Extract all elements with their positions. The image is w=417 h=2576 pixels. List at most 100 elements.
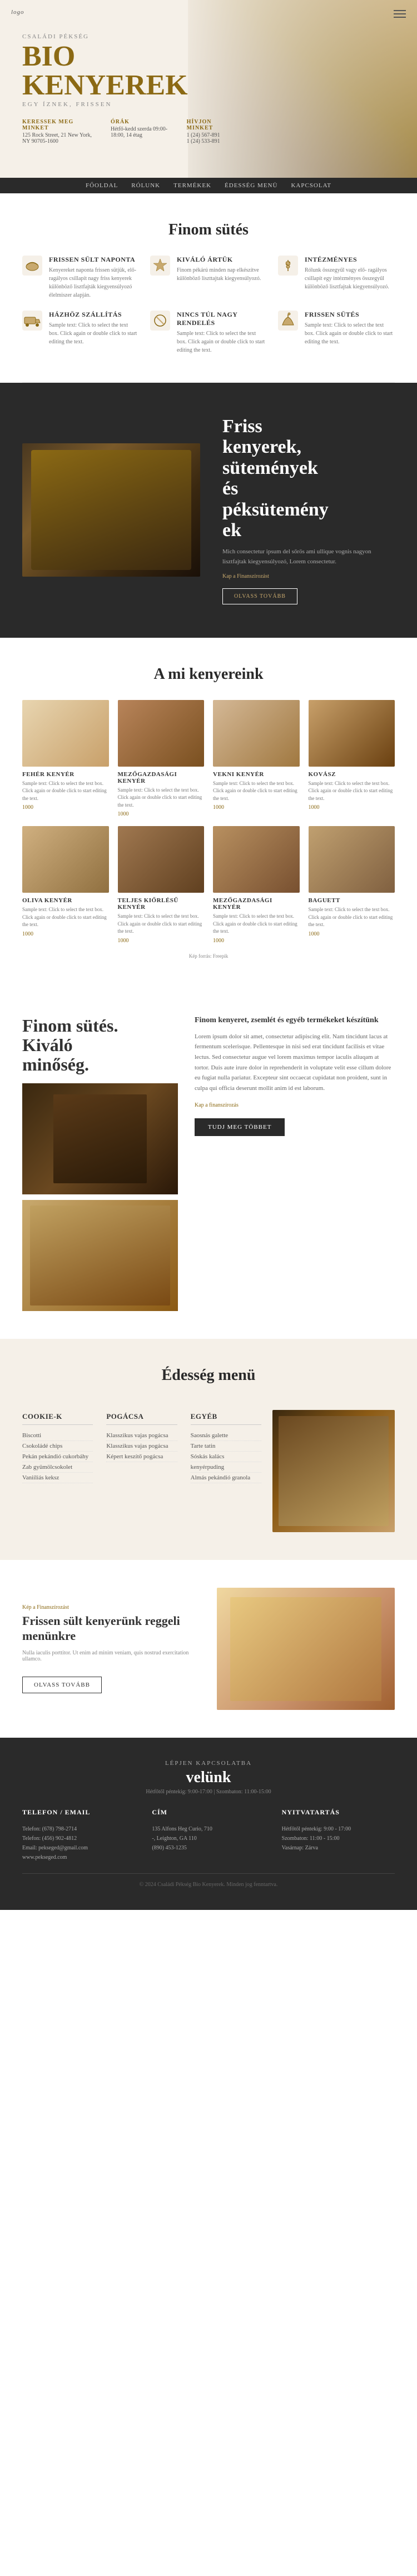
features-section: Finom sütés Frissen sült naponta Kenyere…	[0, 193, 417, 382]
bread-card: OLIVA KENYÉR Sample text: Click to selec…	[22, 826, 109, 944]
hero-title: BIO KENYEREK	[22, 42, 222, 100]
menu-col-title: Pogácsa	[106, 1412, 177, 1425]
bread-image	[213, 700, 300, 767]
bread-image	[118, 826, 205, 893]
star-icon	[150, 256, 170, 276]
bread-price: 1000	[309, 931, 395, 937]
bread-description: Sample text: Click to select the text bo…	[309, 780, 395, 803]
bread-name: FEHÉR KENYÉR	[22, 771, 109, 778]
breads-section: A mi kenyereink FEHÉR KENYÉR Sample text…	[0, 638, 417, 988]
bread-price: 1000	[213, 938, 300, 944]
breads-grid: FEHÉR KENYÉR Sample text: Click to selec…	[22, 700, 395, 944]
menu-item: kenyérpuding	[191, 1462, 261, 1473]
bread-price: 1000	[118, 938, 205, 944]
wheat-icon	[278, 256, 298, 276]
delivery-icon	[22, 311, 42, 331]
menu-icon-bar	[394, 10, 406, 11]
banner-text: Mich consectetur ipsum del sőrös ami ull…	[222, 547, 395, 567]
bread-description: Sample text: Click to select the text bo…	[213, 780, 300, 803]
bread-description: Sample text: Click to select the text bo…	[309, 906, 395, 929]
menu-grid: Cookie-k BiscottiCsokoládé chipsPekán pe…	[22, 1412, 261, 1532]
quality-link[interactable]: Kap a finanszírozás	[195, 1102, 239, 1108]
banner-title: Friss kenyerek, sütemények és péksütemén…	[222, 416, 395, 541]
footer-line: Email: pekseged@gmail.com	[22, 1843, 135, 1853]
fresh-pre-title: Kép a Finanszírozást	[22, 1604, 200, 1610]
footer-grid: Telefon / Email Telefon: (678) 798-2714T…	[22, 1808, 395, 1862]
bread-card: MEZŐGAZDASÁGI KENYÉR Sample text: Click …	[118, 700, 205, 818]
bread-name: MEZŐGAZDASÁGI KENYÉR	[118, 771, 205, 784]
nav-bar: Főoldal Rólunk Termékek Édesség menü Kap…	[0, 178, 417, 193]
hero-section: logo Családi Pékség BIO KENYEREK EGY ÍZN…	[0, 0, 417, 178]
footer-line: Hétfőtől péntekig: 9:00 - 17:00	[282, 1824, 395, 1834]
menu-item: Sóskás kalács	[191, 1452, 261, 1462]
bread-card: MEZŐGAZDASÁGI KENYÉR Sample text: Click …	[213, 826, 300, 944]
features-grid-bottom: Házhöz szállítás Sample text: Click to s…	[22, 311, 395, 354]
quality-image-bread	[22, 1200, 178, 1311]
contact-address: Keressek meg minket 125 Rock Street, 21 …	[22, 119, 94, 144]
nav-item-home[interactable]: Főoldal	[86, 182, 118, 189]
hero-pre-title: Családi Pékség	[22, 33, 222, 40]
menu-item: Pekán pekándió cukorbáhy	[22, 1452, 93, 1462]
feature-fresh-text: Frissen sült naponta Kenyereket naponta …	[49, 256, 139, 299]
menu-layout: Cookie-k BiscottiCsokoládé chipsPekán pe…	[22, 1401, 395, 1532]
quality-right: Finom kenyeret, zsemlét és egyéb terméke…	[195, 1016, 395, 1312]
nav-item-menu[interactable]: Édesség menü	[225, 182, 277, 189]
footer-col-title: Nyitvatartás	[282, 1808, 395, 1817]
quality-text: Lorem ipsum dolor sit amet, consectetur …	[195, 1032, 395, 1094]
feature-delivery-text: Házhöz szállítás Sample text: Click to s…	[49, 311, 139, 354]
footer-line: -, Leighton, GA 110	[152, 1834, 265, 1843]
bread-price: 1000	[213, 804, 300, 811]
contact-phone: Hívjon minket 1 (24) 567-891 1 (24) 533-…	[187, 119, 222, 144]
feature-delivery: Házhöz szállítás Sample text: Click to s…	[22, 311, 139, 354]
fresh-image	[217, 1588, 395, 1710]
footer-bottom: © 2024 Családi Pékség Bio Kenyerek. Mind…	[22, 1873, 395, 1888]
bread-card: TELJES KIŐRLÉSŰ KENYÉR Sample text: Clic…	[118, 826, 205, 944]
nav-item-contact[interactable]: Kapcsolat	[291, 182, 331, 189]
footer-header: Lépjen kapcsolatba velünk Hétfőtől pénte…	[22, 1760, 395, 1795]
quality-image-baker	[22, 1083, 178, 1194]
hero-content: Családi Pékség BIO KENYEREK EGY ÍZNEK, F…	[22, 33, 222, 144]
bread-image	[309, 700, 395, 767]
features-grid-top: Frissen sült naponta Kenyereket naponta …	[22, 256, 395, 299]
menu-item: Almás pekándió granola	[191, 1473, 261, 1483]
bread-price: 1000	[118, 811, 205, 817]
menu-column: Pogácsa Klasszikus vajas pogácsaKlasszik…	[106, 1412, 177, 1532]
bread-description: Sample text: Click to select the text bo…	[213, 913, 300, 936]
banner-button[interactable]: OLVASS TOVÁBB	[222, 588, 297, 604]
feature-fresh: Frissen sült naponta Kenyereket naponta …	[22, 256, 139, 299]
bread-image	[309, 826, 395, 893]
bread-description: Sample text: Click to select the text bo…	[118, 913, 205, 936]
quality-title: Finom sütés. Kiváló minőség.	[22, 1016, 178, 1075]
nav-item-products[interactable]: Termékek	[173, 182, 211, 189]
footer-line: Telefon: (456) 902-4812	[22, 1834, 135, 1843]
quality-button[interactable]: TUDJ MEG TÖBBET	[195, 1118, 285, 1136]
footer-pre-title: Lépjen kapcsolatba	[22, 1760, 395, 1767]
menu-button[interactable]	[394, 8, 406, 20]
bread-description: Sample text: Click to select the text bo…	[22, 906, 109, 929]
fresh-button[interactable]: OLVASS TOVÁBB	[22, 1677, 102, 1693]
bread-name: TELJES KIŐRLÉSŰ KENYÉR	[118, 897, 205, 911]
fresh-title: Frissen sült kenyerünk reggeli menünkre	[22, 1614, 200, 1643]
bread-name: KOVÁSZ	[309, 771, 395, 778]
menu-col-title: Egyéb	[191, 1412, 261, 1425]
footer: Lépjen kapcsolatba velünk Hétfőtől pénte…	[0, 1738, 417, 1910]
menu-column: Egyéb Saosnás galetteTarte tatinSóskás k…	[191, 1412, 261, 1532]
menu-item: Tarte tatin	[191, 1441, 261, 1452]
nav-item-about[interactable]: Rólunk	[131, 182, 160, 189]
footer-subtitle: Hétfőtől péntekig: 9:00-17:00 | Szombato…	[22, 1789, 395, 1795]
quality-section: Finom sütés. Kiváló minőség. Finom kenye…	[0, 988, 417, 1339]
footer-line: Vasárnap: Zárva	[282, 1843, 395, 1853]
footer-col-title: Telefon / Email	[22, 1808, 135, 1817]
menu-item: Saosnás galette	[191, 1430, 261, 1441]
fresh-section: Kép a Finanszírozást Frissen sült kenyer…	[0, 1560, 417, 1738]
menu-item: Vaniíliás keksz	[22, 1473, 93, 1483]
menu-col-title: Cookie-k	[22, 1412, 93, 1425]
no-limit-icon	[150, 311, 170, 331]
contact-hours: Órák Hétfő-kedd szerda 09:00-18:00, 14 é…	[111, 119, 170, 144]
bread-card: KOVÁSZ Sample text: Click to select the …	[309, 700, 395, 818]
banner-link[interactable]: Kap a Finanszírozást	[222, 573, 269, 579]
menu-title: Édesség menü	[22, 1367, 395, 1384]
breads-title: A mi kenyereink	[22, 666, 395, 683]
bread-icon	[22, 256, 42, 276]
menu-icon-bar	[394, 17, 406, 18]
